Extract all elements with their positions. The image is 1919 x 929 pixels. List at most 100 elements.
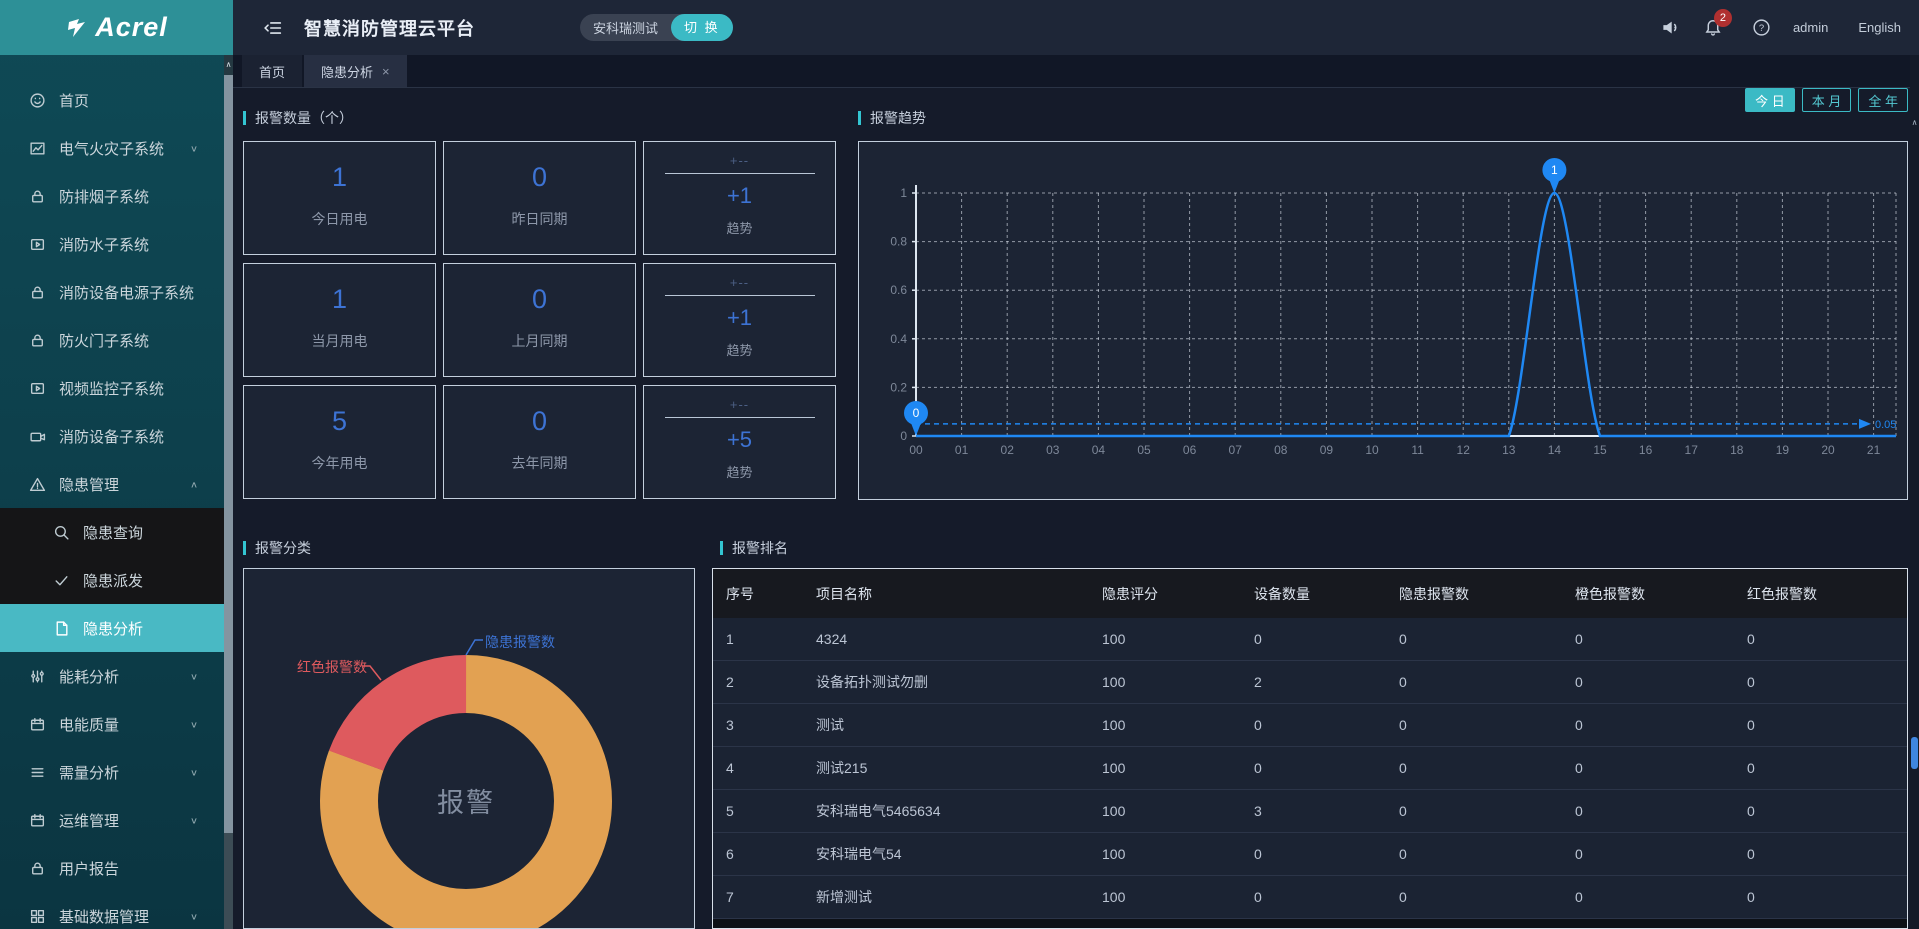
sidebar-item-label: 需量分析: [59, 762, 119, 783]
ranking-header-cell: 隐患报警数: [1399, 584, 1575, 604]
stat-label: 当月用电: [312, 331, 368, 351]
svg-text:14: 14: [1548, 443, 1562, 457]
trend-range-buttons: 今 日 本 月 全 年: [1745, 88, 1908, 112]
stat-label: 今日用电: [312, 209, 368, 229]
cell-hazard-alarms: 0: [1399, 631, 1575, 647]
trend-mini-value: +--: [730, 275, 749, 290]
sidebar-item[interactable]: 隐患查询: [0, 508, 224, 556]
alarm-category-panel: 报警 隐患报警数 红色报警数: [243, 568, 695, 929]
cell-index: 6: [726, 846, 816, 862]
sidebar-item-label: 隐患分析: [83, 618, 143, 639]
cell-orange-alarms: 0: [1575, 803, 1747, 819]
table-row[interactable]: 6 安科瑞电气54 100 0 0 0 0: [713, 833, 1907, 876]
cell-hazard-score: 100: [1102, 674, 1254, 690]
page-tab[interactable]: 首页: [242, 55, 302, 87]
sidebar-item-icon: [29, 764, 46, 781]
tab-close-icon[interactable]: ×: [382, 64, 390, 79]
org-switch-button[interactable]: 切 换: [671, 14, 733, 41]
sidebar-item[interactable]: 消防水子系统: [0, 220, 224, 268]
sidebar-item[interactable]: 防排烟子系统: [0, 172, 224, 220]
sidebar-item-icon: [29, 284, 46, 301]
speaker-icon[interactable]: [1661, 18, 1680, 37]
language-switch[interactable]: English: [1858, 20, 1901, 35]
svg-text:02: 02: [1001, 443, 1015, 457]
cell-device-count: 0: [1254, 889, 1399, 905]
table-row[interactable]: 4 测试215 100 0 0 0 0: [713, 747, 1907, 790]
logo[interactable]: Acrel: [0, 0, 233, 55]
sidebar-item[interactable]: 隐患管理 ∧: [0, 460, 224, 508]
stat-value: +1: [727, 305, 752, 331]
sidebar-item[interactable]: 消防设备电源子系统: [0, 268, 224, 316]
sidebar-item[interactable]: 防火门子系统: [0, 316, 224, 364]
tab-label: 首页: [259, 62, 285, 81]
donut-label-red-alarms: 红色报警数: [297, 657, 367, 677]
cell-project-name: 新增测试: [816, 887, 1102, 907]
main-scrollbar-thumb[interactable]: [1911, 737, 1918, 769]
help-icon[interactable]: ?: [1752, 18, 1771, 37]
table-row[interactable]: 7 新增测试 100 0 0 0 0: [713, 876, 1907, 919]
trend-mini-value: +--: [730, 397, 749, 412]
cell-hazard-alarms: 0: [1399, 889, 1575, 905]
sidebar-item[interactable]: 电气火灾子系统 ∨: [0, 124, 224, 172]
sidebar-item[interactable]: 隐患分析: [0, 604, 224, 652]
sidebar-scrollbar-thumb[interactable]: [224, 75, 233, 833]
sidebar-item[interactable]: 运维管理 ∨: [0, 796, 224, 844]
cell-project-name: 测试215: [816, 758, 1102, 778]
cell-orange-alarms: 0: [1575, 760, 1747, 776]
sidebar-menu: 首页 电气火灾子系统 ∨ 防排烟子系统 消防水子系统: [0, 55, 224, 929]
svg-text:00: 00: [909, 443, 923, 457]
scroll-up-icon[interactable]: ∧: [1910, 118, 1919, 127]
stat-card: 1 今日用电: [243, 141, 436, 255]
page-tab[interactable]: 隐患分析 ×: [304, 55, 407, 87]
svg-text:0.8: 0.8: [890, 235, 907, 249]
sidebar-item[interactable]: 视频监控子系统: [0, 364, 224, 412]
cell-hazard-alarms: 0: [1399, 760, 1575, 776]
stat-label: 今年用电: [312, 453, 368, 473]
cell-index: 5: [726, 803, 816, 819]
sidebar-item-icon: [29, 140, 46, 157]
main-scrollbar[interactable]: ∧: [1910, 55, 1919, 929]
sidebar-item-label: 隐患查询: [83, 522, 143, 543]
ranking-table-header: 序号项目名称隐患评分设备数量隐患报警数橙色报警数红色报警数: [713, 569, 1907, 618]
svg-text:18: 18: [1730, 443, 1744, 457]
sidebar-item-icon: [29, 332, 46, 349]
cell-device-count: 0: [1254, 846, 1399, 862]
donut-label-hidden-alarms: 隐患报警数: [485, 632, 555, 652]
table-row[interactable]: 1 4324 100 0 0 0 0: [713, 618, 1907, 661]
stat-card-body: +-- +1 趋势: [665, 275, 815, 359]
cell-red-alarms: 0: [1747, 760, 1907, 776]
svg-text:16: 16: [1639, 443, 1653, 457]
ranking-header-cell: 设备数量: [1254, 584, 1399, 604]
cell-index: 3: [726, 717, 816, 733]
sidebar-item[interactable]: 隐患派发: [0, 556, 224, 604]
chevron-icon: ∧: [190, 479, 198, 489]
user-menu[interactable]: admin: [1793, 20, 1828, 35]
svg-text:0.4: 0.4: [890, 332, 907, 346]
sidebar-item[interactable]: 电能质量 ∨: [0, 700, 224, 748]
sidebar-item[interactable]: 基础数据管理 ∨: [0, 892, 224, 929]
range-button[interactable]: 全 年: [1858, 88, 1908, 112]
table-row[interactable]: 3 测试 100 0 0 0 0: [713, 704, 1907, 747]
notifications-bell-icon[interactable]: 2: [1704, 18, 1722, 37]
collapse-sidebar-icon[interactable]: [263, 19, 282, 37]
table-row[interactable]: 5 安科瑞电气5465634 100 3 0 0 0: [713, 790, 1907, 833]
sidebar-item-label: 首页: [59, 90, 89, 111]
range-button[interactable]: 今 日: [1745, 88, 1795, 112]
section-title-ranking: 报警排名: [720, 538, 788, 558]
svg-text:20: 20: [1821, 443, 1835, 457]
stat-card-body: 5 今年用电: [312, 406, 368, 473]
sidebar-item-icon: [29, 476, 46, 493]
sidebar-scroll-up-icon[interactable]: ∧: [224, 55, 233, 75]
sidebar-item[interactable]: 首页: [0, 76, 224, 124]
sidebar-item[interactable]: 用户报告: [0, 844, 224, 892]
ranking-header-cell: 橙色报警数: [1575, 584, 1747, 604]
sidebar-item[interactable]: 需量分析 ∨: [0, 748, 224, 796]
sidebar-item[interactable]: 能耗分析 ∨: [0, 652, 224, 700]
svg-text:1: 1: [1551, 163, 1558, 177]
table-row[interactable]: 2 设备拓扑测试勿删 100 2 0 0 0: [713, 661, 1907, 704]
sidebar-item-label: 电能质量: [59, 714, 119, 735]
org-name: 安科瑞测试: [580, 18, 671, 37]
sidebar-item[interactable]: 消防设备子系统: [0, 412, 224, 460]
stat-value: +1: [727, 183, 752, 209]
range-button[interactable]: 本 月: [1802, 88, 1852, 112]
